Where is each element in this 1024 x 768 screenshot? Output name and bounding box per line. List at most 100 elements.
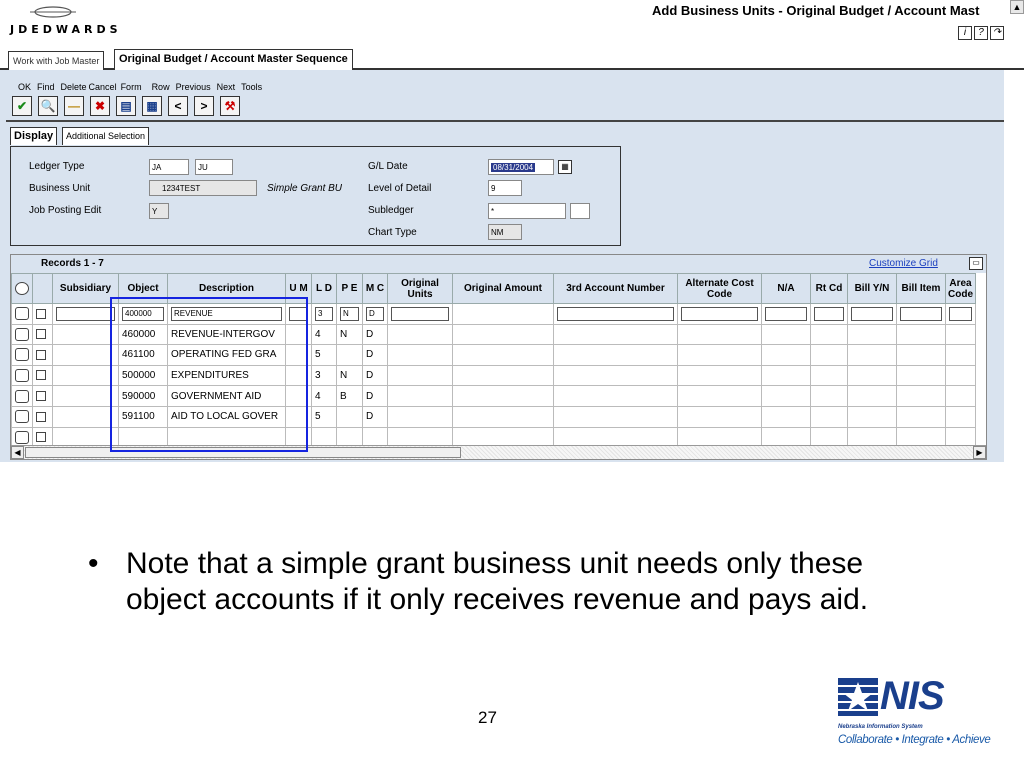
cell-description[interactable]: OPERATING FED GRA xyxy=(167,344,286,366)
subledger-field[interactable]: * xyxy=(488,203,566,219)
cell-na[interactable] xyxy=(761,385,811,407)
chart-type-field[interactable]: NM xyxy=(488,224,522,240)
level-of-detail-field[interactable]: 9 xyxy=(488,180,522,196)
cell-3rd-account[interactable] xyxy=(553,303,678,325)
cell-mc[interactable]: D xyxy=(362,323,388,346)
row-select-icon[interactable] xyxy=(11,344,33,366)
cell-mc[interactable]: D xyxy=(362,364,388,387)
cell-bill-yn[interactable] xyxy=(847,303,897,325)
cell-description[interactable]: GOVERNMENT AID xyxy=(167,385,286,407)
cell-object[interactable]: 591100 xyxy=(118,405,168,428)
cell-bill-yn[interactable] xyxy=(847,385,897,407)
col-mc[interactable]: M C xyxy=(362,273,388,304)
help-icon[interactable]: ? xyxy=(974,26,988,40)
scroll-up-icon[interactable]: ▲ xyxy=(1010,0,1024,14)
cell-ld[interactable]: 4 xyxy=(311,323,337,346)
cell-pe-input[interactable]: N xyxy=(340,306,359,321)
cell-mc-input[interactable]: D xyxy=(366,306,384,321)
cell-bill-yn[interactable] xyxy=(847,364,897,387)
cell-object[interactable]: 400000 xyxy=(118,303,168,325)
col-original-amount[interactable]: Original Amount xyxy=(452,273,554,304)
cell-na[interactable] xyxy=(761,303,811,325)
cell-mc[interactable]: D xyxy=(362,344,388,366)
cell-rt-cd[interactable] xyxy=(810,323,848,346)
cell-original-units[interactable] xyxy=(387,364,453,387)
cell-alt-cost-code[interactable] xyxy=(677,385,762,407)
cell-area-code[interactable] xyxy=(945,405,976,428)
delete-icon[interactable]: — xyxy=(64,96,84,116)
cell-na[interactable] xyxy=(761,405,811,428)
toolbar-label-ok[interactable]: OK xyxy=(18,82,31,92)
col-description[interactable]: Description xyxy=(167,273,286,304)
cell-area-code[interactable] xyxy=(945,303,976,325)
tab-original-budget[interactable]: Original Budget / Account Master Sequenc… xyxy=(114,49,353,70)
scroll-thumb[interactable] xyxy=(25,447,461,458)
tools-icon[interactable]: ⚒ xyxy=(220,96,240,116)
table-row[interactable]: 590000 GOVERNMENT AID 4 B D xyxy=(11,385,976,407)
cell-description-input[interactable]: REVENUE xyxy=(171,306,282,321)
cell-alt-cost-code[interactable] xyxy=(677,323,762,346)
cell-3rd-account[interactable] xyxy=(553,364,678,387)
row-select-icon[interactable] xyxy=(11,323,33,346)
cell-3rd-account[interactable] xyxy=(553,323,678,346)
col-object[interactable]: Object xyxy=(118,273,168,304)
cell-original-amount[interactable] xyxy=(452,385,554,407)
gl-date-field[interactable]: 08/31/2004 xyxy=(488,159,554,175)
business-unit-field[interactable]: 1234TEST xyxy=(149,180,257,196)
select-all-icon[interactable] xyxy=(11,273,33,304)
toolbar-label-find[interactable]: Find xyxy=(37,82,55,92)
cell-um[interactable] xyxy=(285,303,312,325)
toolbar-label-row[interactable]: Row xyxy=(152,82,170,92)
cell-rt-cd[interactable] xyxy=(810,344,848,366)
cell-um[interactable] xyxy=(285,364,312,387)
cell-na[interactable] xyxy=(761,344,811,366)
subledger-type-field[interactable] xyxy=(570,203,590,219)
row-select-icon[interactable] xyxy=(11,405,33,428)
cell-alt-cost-code[interactable] xyxy=(677,364,762,387)
col-bill-item[interactable]: Bill Item xyxy=(896,273,946,304)
cell-subsidiary[interactable] xyxy=(52,385,119,407)
previous-icon[interactable]: < xyxy=(168,96,188,116)
cell-pe[interactable]: N xyxy=(336,323,363,346)
find-icon[interactable]: 🔍 xyxy=(38,96,58,116)
cell-original-units[interactable] xyxy=(387,303,453,325)
cell-rt-cd[interactable] xyxy=(810,405,848,428)
cell-ld[interactable]: 5 xyxy=(311,344,337,366)
col-rt-cd[interactable]: Rt Cd xyxy=(810,273,848,304)
cell-area-code[interactable] xyxy=(945,364,976,387)
cell-alt-cost-code[interactable] xyxy=(677,344,762,366)
row-checkbox[interactable] xyxy=(32,405,53,428)
cell-bill-item[interactable] xyxy=(896,364,946,387)
row-menu-icon[interactable]: ▦ xyxy=(142,96,162,116)
row-checkbox[interactable] xyxy=(32,385,53,407)
cell-pe[interactable]: N xyxy=(336,364,363,387)
cell-alt-cost-code[interactable] xyxy=(677,405,762,428)
cell-area-code[interactable] xyxy=(945,323,976,346)
col-na[interactable]: N/A xyxy=(761,273,811,304)
cell-na[interactable] xyxy=(761,323,811,346)
cell-bill-item[interactable] xyxy=(896,323,946,346)
col-original-units[interactable]: Original Units xyxy=(387,273,453,304)
cell-pe[interactable]: B xyxy=(336,385,363,407)
cell-subsidiary[interactable] xyxy=(52,405,119,428)
cell-subsidiary[interactable] xyxy=(52,364,119,387)
cell-ld-input[interactable]: 3 xyxy=(315,306,333,321)
cell-original-units[interactable] xyxy=(387,344,453,366)
cell-3rd-account[interactable] xyxy=(553,344,678,366)
scroll-right-icon[interactable]: ▶ xyxy=(973,446,986,459)
horizontal-scrollbar[interactable]: ◀ ▶ xyxy=(11,445,986,459)
cell-object[interactable]: 460000 xyxy=(118,323,168,346)
cell-ld[interactable]: 3 xyxy=(311,303,337,325)
next-icon[interactable]: > xyxy=(194,96,214,116)
cell-area-code[interactable] xyxy=(945,344,976,366)
cell-object-input[interactable]: 400000 xyxy=(122,306,164,321)
toolbar-label-tools[interactable]: Tools xyxy=(241,82,262,92)
cell-alt-cost-code[interactable] xyxy=(677,303,762,325)
table-row[interactable]: 400000 REVENUE 3 N D xyxy=(11,303,976,325)
col-pe[interactable]: P E xyxy=(336,273,363,304)
cancel-x-icon[interactable]: ✖ xyxy=(90,96,110,116)
cell-original-amount[interactable] xyxy=(452,405,554,428)
whats-this-icon[interactable]: ↷ xyxy=(990,26,1004,40)
tab-work-with-job-master[interactable]: Work with Job Master xyxy=(8,51,105,70)
cell-bill-yn[interactable] xyxy=(847,344,897,366)
